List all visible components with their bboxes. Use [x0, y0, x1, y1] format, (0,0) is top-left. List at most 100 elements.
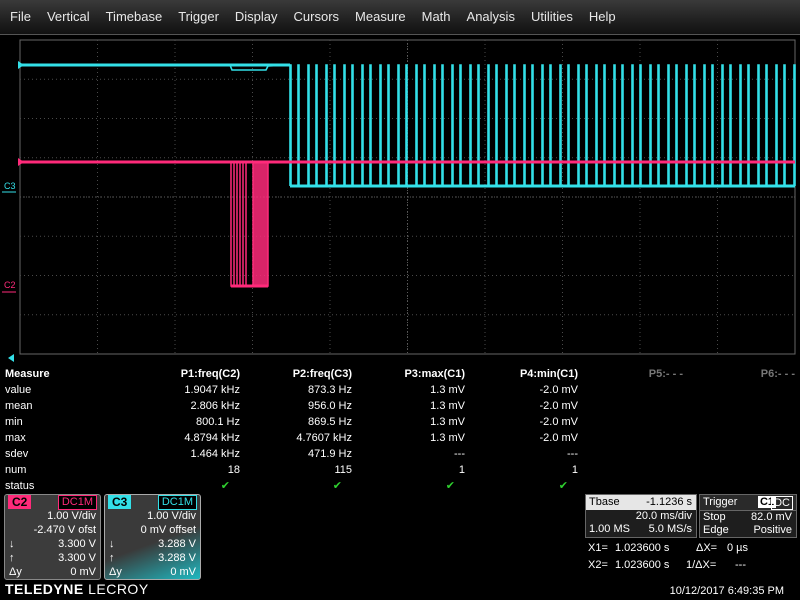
trigger-label: Trigger [703, 496, 738, 508]
inv-dx-value: --- [735, 559, 746, 571]
param-p1[interactable]: P1:freq(C2) [150, 366, 240, 382]
menu-display[interactable]: Display [227, 0, 286, 34]
tbase-label: Tbase [589, 496, 620, 508]
measure-cell: --- [567, 448, 578, 460]
measure-row-mean: mean 2.806 kHz 956.0 Hz 1.3 mV -2.0 mV [0, 398, 800, 414]
param-p5[interactable]: P5:- - - [593, 366, 683, 382]
param-p4[interactable]: P4:min(C1) [488, 366, 578, 382]
measure-row-label: status [5, 480, 35, 492]
c3-down-value: 3.288 V [158, 538, 196, 550]
measure-title: Measure [5, 368, 50, 380]
measure-row-label: num [5, 464, 27, 476]
c2-pulse [242, 161, 247, 287]
down-arrow-icon: ↓ [109, 538, 115, 550]
measure-cell: 471.9 Hz [307, 448, 352, 460]
dx-value: 0 µs [727, 542, 749, 554]
waveform-grid[interactable]: C3 C2 [0, 36, 800, 362]
x1-value: 1.023600 s [615, 542, 670, 554]
c3-dy-label: Δy [109, 566, 122, 578]
c3-vdiv: 1.00 V/div [147, 510, 196, 522]
cursor-readout: X1= 1.023600 s ΔX= 0 µs X2= 1.023600 s 1… [585, 540, 795, 574]
c2-pulse-dense [253, 162, 268, 286]
menu-measure[interactable]: Measure [347, 0, 414, 34]
measure-row-label: sdev [5, 448, 29, 460]
measure-row-num: num 18 115 1 1 [0, 462, 800, 478]
trigger-level: 82.0 mV [751, 511, 792, 523]
c2-level-marker [18, 158, 24, 166]
c2-dy-label: Δy [9, 566, 22, 578]
measure-cell: 2.806 kHz [190, 400, 240, 412]
measure-row-status: status ✔ ✔ ✔ ✔ [0, 478, 800, 494]
measure-cell: 18 [227, 464, 240, 476]
measure-row-label: mean [5, 400, 33, 412]
tbase-delay: -1.1236 s [646, 496, 692, 508]
menu-math[interactable]: Math [414, 0, 459, 34]
dx-label: ΔX= [696, 542, 718, 554]
trigger-type: Edge [703, 524, 729, 536]
trigger-slope: Positive [753, 524, 792, 536]
status-check-icon: ✔ [445, 480, 455, 492]
measure-cell: 1 [458, 464, 465, 476]
status-check-icon: ✔ [220, 480, 230, 492]
tbase-tdiv: 20.0 ms/div [635, 510, 692, 522]
measure-row-label: min [5, 416, 23, 428]
c2-pulse [230, 161, 235, 287]
param-p6[interactable]: P6:- - - [705, 366, 795, 382]
measure-cell: 4.7607 kHz [296, 432, 352, 444]
measure-cell: -2.0 mV [539, 432, 578, 444]
measure-cell: -2.0 mV [539, 384, 578, 396]
status-check-icon: ✔ [558, 480, 568, 492]
menu-trigger[interactable]: Trigger [170, 0, 227, 34]
x2-value: 1.023600 s [615, 559, 670, 571]
brand-bold: TELEDYNE [5, 581, 84, 597]
measure-row-sdev: sdev 1.464 kHz 471.9 Hz --- --- [0, 446, 800, 462]
c2-tag: C2 [8, 495, 32, 509]
c3-offset: 0 mV offset [140, 524, 196, 536]
c3-up-value: 3.288 V [158, 552, 196, 564]
datetime: 10/12/2017 6:49:35 PM [669, 585, 784, 597]
c3-trace [20, 64, 796, 187]
c2-dy-value: 0 mV [70, 566, 96, 578]
menu-file[interactable]: File [0, 0, 39, 34]
measure-cell: --- [454, 448, 465, 460]
status-check-icon: ✔ [332, 480, 342, 492]
channel-c2-box[interactable]: C2 DC1M 1.00 V/div -2.470 V ofst ↓ 3.300 … [4, 494, 101, 580]
trigger-panel[interactable]: Trigger C1 DC Stop 82.0 mV Edge Positive [699, 494, 797, 538]
measure-table: Measure P1:freq(C2) P2:freq(C3) P3:max(C… [0, 366, 800, 492]
down-arrow-icon: ↓ [9, 538, 15, 550]
c3-tag: C3 [108, 495, 132, 509]
param-p2[interactable]: P2:freq(C3) [262, 366, 352, 382]
menu-bar: File Vertical Timebase Trigger Display C… [0, 0, 800, 35]
trigger-mode: Stop [703, 511, 726, 523]
x2-label: X2= [588, 559, 608, 571]
param-p3[interactable]: P3:max(C1) [375, 366, 465, 382]
trigger-coupling: DC [771, 496, 793, 510]
timebase-panel[interactable]: Tbase -1.1236 s 20.0 ms/div 1.00 MS 5.0 … [585, 494, 697, 538]
channel-c3-box[interactable]: C3 DC1M 1.00 V/div 0 mV offset ↓ 3.288 V … [104, 494, 201, 580]
menu-cursors[interactable]: Cursors [286, 0, 348, 34]
c3-level-marker [18, 61, 24, 69]
menu-vertical[interactable]: Vertical [39, 0, 98, 34]
measure-cell: 800.1 Hz [195, 416, 240, 428]
tbase-rate: 5.0 MS/s [648, 523, 692, 535]
brand-logo: TELEDYNE LECROY [5, 581, 149, 597]
c2-offset: -2.470 V ofst [33, 524, 96, 536]
waveform-canvas: C3 C2 [2, 39, 796, 362]
menu-timebase[interactable]: Timebase [98, 0, 171, 34]
measure-cell: 1.3 mV [430, 432, 465, 444]
measure-cell: 1.3 mV [430, 416, 465, 428]
measure-cell: -2.0 mV [539, 400, 578, 412]
menu-utilities[interactable]: Utilities [523, 0, 581, 34]
c2-vdiv: 1.00 V/div [47, 510, 96, 522]
menu-analysis[interactable]: Analysis [459, 0, 523, 34]
measure-cell: 873.3 Hz [307, 384, 352, 396]
measure-cell: 1.9047 kHz [184, 384, 240, 396]
menu-help[interactable]: Help [581, 0, 624, 34]
c2-down-value: 3.300 V [58, 538, 96, 550]
brand-thin: LECROY [88, 581, 149, 597]
measure-row-label: value [5, 384, 32, 396]
measure-cell: -2.0 mV [539, 416, 578, 428]
x1-label: X1= [588, 542, 608, 554]
measure-cell: 1.3 mV [430, 400, 465, 412]
up-arrow-icon: ↑ [9, 552, 15, 564]
